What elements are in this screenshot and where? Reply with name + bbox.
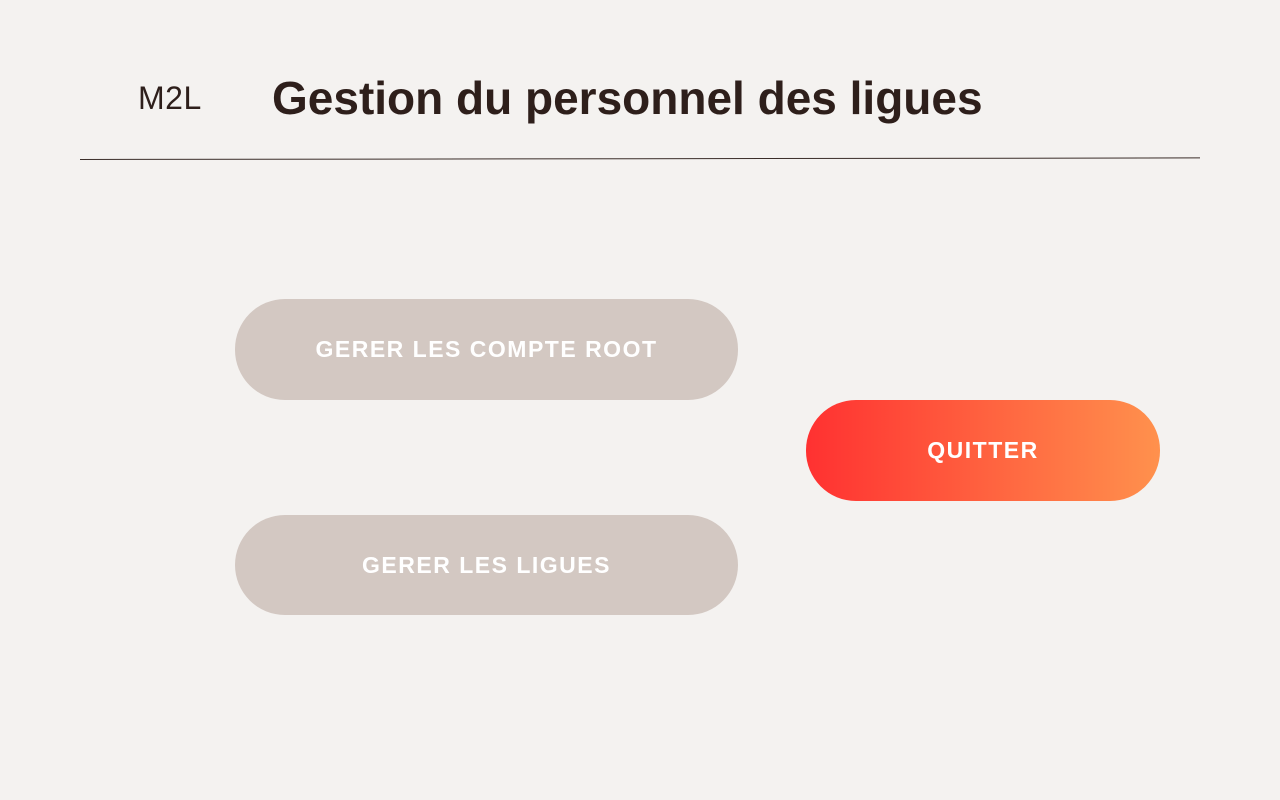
header-divider [79,157,1200,160]
manage-leagues-button[interactable]: GERER LES LIGUES [235,515,738,615]
quit-button[interactable]: QUITTER [806,400,1160,501]
manage-root-accounts-button[interactable]: GERER LES COMPTE ROOT [235,299,738,400]
app-logo: M2L [138,80,202,116]
page-title: Gestion du personnel des ligues [272,72,983,124]
